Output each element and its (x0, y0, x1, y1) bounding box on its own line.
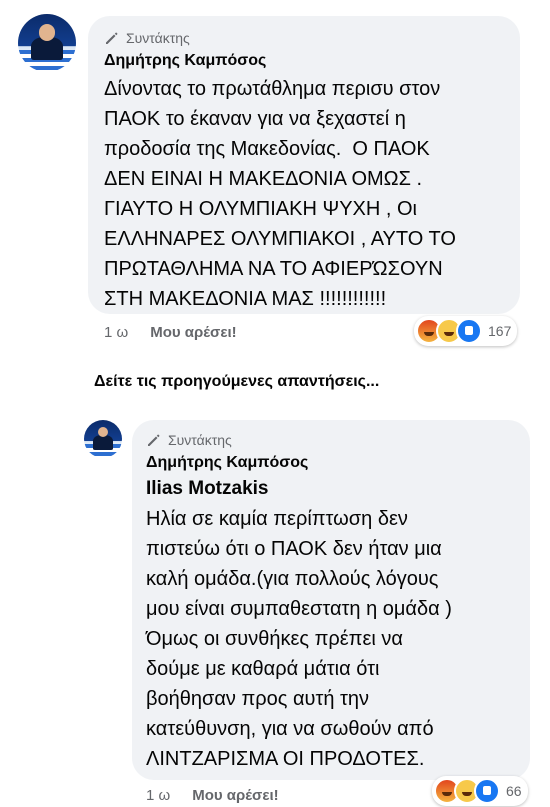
reply-bubble: Συντάκτης Δημήτρης Καμπόσος Ilias Motzak… (132, 420, 530, 780)
reactions-summary[interactable]: 167 (414, 316, 518, 346)
like-button[interactable]: Μου αρέσει! (192, 787, 278, 804)
badge-label: Συντάκτης (126, 30, 190, 46)
avatar-person (92, 435, 114, 451)
comment-time[interactable]: 1 ω (146, 787, 170, 804)
reactions-summary[interactable]: 66 (432, 776, 528, 806)
mention-link[interactable]: Ilias Motzakis (146, 478, 516, 500)
like-reaction-icon (456, 318, 482, 344)
comment-text: Δίνοντας το πρωτάθλημα περισυ στον ΠΑΟΚ … (104, 78, 456, 310)
comment-text: Ηλία σε καμία περίπτωση δεν πιστεύω ότι … (146, 508, 452, 770)
avatar[interactable] (84, 420, 122, 458)
comment-actions: 1 ω Μου αρέσει! (146, 787, 279, 804)
avatar-head (38, 24, 56, 41)
view-previous-replies-link[interactable]: Δείτε τις προηγούμενες απαντήσεις... (94, 373, 379, 391)
badge-label: Συντάκτης (168, 432, 232, 448)
avatar[interactable] (18, 14, 76, 72)
comment-time[interactable]: 1 ω (104, 324, 128, 341)
reaction-count: 167 (488, 323, 512, 339)
author-badge: Συντάκτης (146, 432, 516, 448)
reaction-count: 66 (506, 783, 522, 799)
comment-actions: 1 ω Μου αρέσει! (104, 324, 237, 341)
pencil-icon (106, 32, 118, 44)
like-button[interactable]: Μου αρέσει! (150, 324, 236, 341)
comment-bubble: Συντάκτης Δημήτρης Καμπόσος Δίνοντας το … (88, 16, 520, 314)
pencil-icon (148, 434, 160, 446)
comment-author[interactable]: Δημήτρης Καμπόσος (146, 454, 516, 472)
like-reaction-icon (474, 778, 500, 804)
comment-author[interactable]: Δημήτρης Καμπόσος (104, 52, 504, 70)
author-badge: Συντάκτης (104, 30, 504, 46)
